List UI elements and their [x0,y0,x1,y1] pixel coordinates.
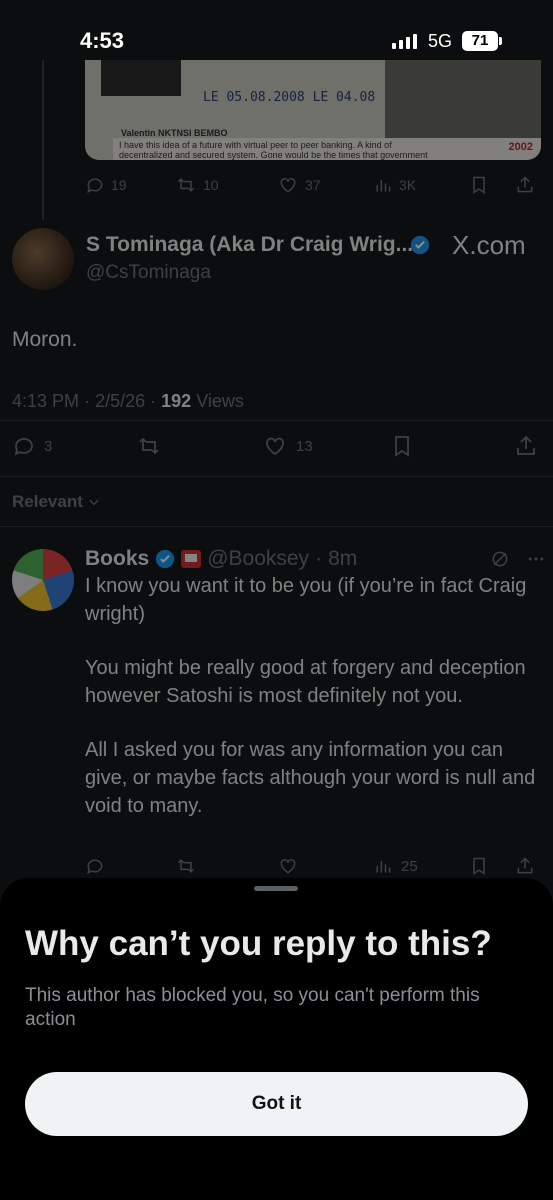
reply-time: 8m [328,547,358,570]
image-caption-text: I have this idea of a future with virtua… [119,140,392,150]
more-icon[interactable] [526,549,546,569]
reply-text: I know you want it to be you (if you’re … [85,572,541,846]
grok-icon[interactable] [490,549,510,569]
reply-count: 19 [111,177,127,193]
views-button[interactable]: 3K [373,175,416,195]
verified-icon [155,549,175,569]
like-icon [277,175,299,195]
meta-separator: · [84,391,91,411]
image-caption: I have this idea of a future with virtua… [113,138,541,160]
views-icon [373,175,393,195]
views-count: 3K [399,177,417,193]
reply-tools [490,549,546,569]
tweet-text: Moron. [12,328,78,351]
reply-author-name[interactable]: Books [85,547,149,571]
blocked-bottom-sheet: Why can’t you reply to this? This author… [0,878,553,1200]
divider [0,476,553,477]
bookmark-icon[interactable] [469,856,489,876]
tweet-time: 4:13 PM [12,391,80,411]
repost-button[interactable] [136,434,162,458]
views-icon [373,856,393,876]
reply-avatar[interactable] [12,549,74,611]
status-time: 4:53 [80,28,125,53]
reply-count: 3 [44,437,53,455]
reply-button[interactable]: 19 [85,175,127,195]
reply-sort-dropdown[interactable]: Relevant [12,492,101,512]
tweet-actions: 3 13 [12,434,541,462]
status-bar: 4:53 5G 71 [0,0,553,80]
thread-line [42,60,44,220]
like-button[interactable]: 37 [277,175,321,195]
divider [0,420,553,421]
repost-icon [136,434,162,458]
reply-handle[interactable]: @Booksey [207,547,309,571]
reply-icon[interactable] [85,856,105,876]
signal-icon [392,34,417,49]
sheet-title: Why can’t you reply to this? [25,924,492,963]
bookmark-icon[interactable] [390,434,414,458]
reply-icon [85,175,105,195]
reply-button[interactable]: 3 [12,434,52,458]
reply-paragraph: I know you want it to be you (if you’re … [85,575,527,625]
repost-icon [175,175,197,195]
reply-sort-label: Relevant [12,492,83,511]
author-avatar[interactable] [12,228,74,290]
reply-paragraph: You might be really good at forgery and … [85,657,526,707]
battery-tip [499,37,502,45]
author-handle[interactable]: @CsTominaga [86,262,211,284]
chevron-down-icon [87,495,101,509]
reply-paragraph: All I asked you for was any information … [85,739,536,817]
views-count: 25 [401,857,418,875]
author-name[interactable]: S Tominaga (Aka Dr Craig Wrig... [86,233,413,257]
reply-header: Books @Booksey · 8m [85,545,357,573]
image-caption-line-2: decentralized and secured system. Gone w… [119,150,428,160]
sheet-description: This author has blocked you, so you can'… [25,985,480,1030]
views-button[interactable]: 25 [373,856,418,876]
reply-icon [12,434,36,458]
divider [0,526,553,527]
repost-icon[interactable] [175,856,197,876]
profile-emoji-icon [181,550,202,568]
like-count: 13 [296,437,313,455]
reply-separator: · [315,547,323,570]
parent-tweet-actions: 19 10 37 3K [85,172,541,198]
views-label: Views [196,391,244,411]
tweet-meta: 4:13 PM · 2/5/26 · 192 Views [12,391,244,412]
document-stamp: LE 05.08.2008 LE 04.08 [203,90,376,105]
battery-indicator: 71 [462,31,498,51]
tweet-date: 2/5/26 [95,391,146,411]
share-icon[interactable] [514,434,538,458]
sheet-grabber[interactable] [254,886,298,891]
document-name: Valentin NKTNSI BEMBO [121,128,228,138]
like-button[interactable]: 13 [262,434,313,458]
meta-separator: · [150,391,157,411]
got-it-button[interactable]: Got it [25,1072,528,1136]
verified-icon [410,235,430,255]
like-icon[interactable] [277,856,299,876]
image-caption-year: 2002 [508,141,533,153]
bookmark-icon[interactable] [469,175,489,195]
like-icon [262,434,288,458]
views-count: 192 [161,391,192,411]
source-label: X.com [452,230,526,260]
like-count: 37 [305,177,321,193]
repost-button[interactable]: 10 [175,175,219,195]
network-type: 5G [428,31,453,51]
share-icon[interactable] [515,175,535,195]
share-icon[interactable] [515,856,535,876]
repost-count: 10 [203,177,219,193]
